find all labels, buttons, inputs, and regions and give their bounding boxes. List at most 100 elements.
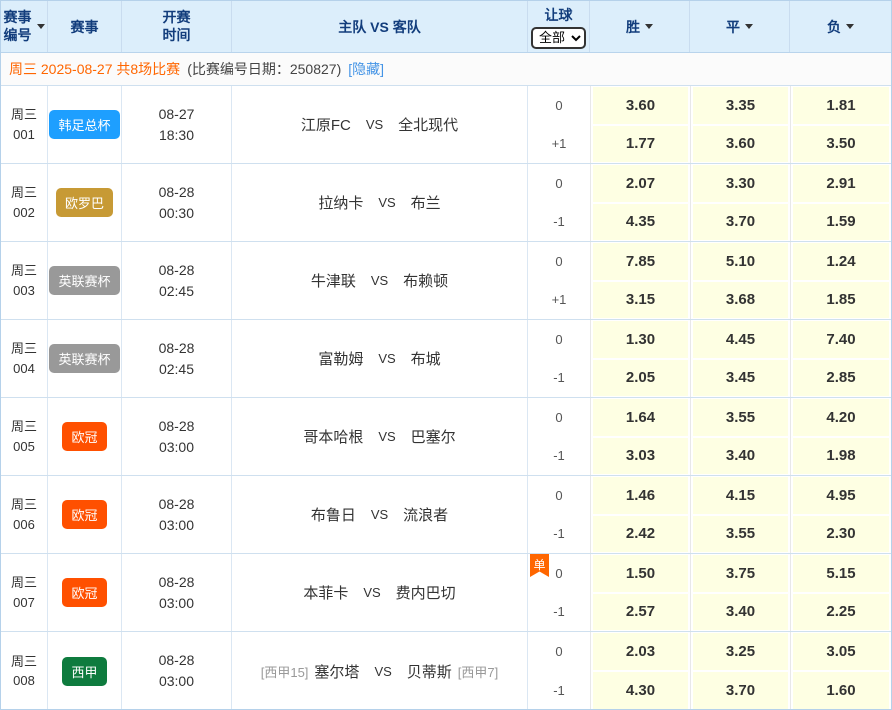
draw-odds: 4.45 xyxy=(693,321,788,358)
win-odds: 4.30 xyxy=(593,672,688,709)
lose-odds: 3.50 xyxy=(793,126,889,163)
col-header-handicap: 让球 全部 xyxy=(528,1,590,52)
lose-odds: 3.05 xyxy=(793,633,889,670)
col-header-draw-label: 平 xyxy=(726,17,740,37)
competition-cell: 韩足总杯 xyxy=(48,86,122,163)
draw-odds: 3.60 xyxy=(693,126,788,163)
handicap-cell: 0 -1 xyxy=(528,476,590,553)
vs-label: VS xyxy=(363,585,380,600)
match-day: 周三 xyxy=(11,573,37,593)
win-odds: 3.15 xyxy=(593,282,688,319)
draw-odds-column: 4.15 3.55 xyxy=(690,476,790,553)
col-header-lose-label: 负 xyxy=(827,17,841,37)
draw-odds-column: 3.55 3.40 xyxy=(690,398,790,475)
draw-odds-column: 4.45 3.45 xyxy=(690,320,790,397)
lose-odds: 1.60 xyxy=(793,672,889,709)
lose-odds: 2.85 xyxy=(793,360,889,397)
handicap-value: -1 xyxy=(528,593,590,632)
away-team: 贝蒂斯 xyxy=(407,661,452,682)
home-team: 拉纳卡 xyxy=(318,192,363,213)
sort-caret-icon xyxy=(645,24,653,29)
win-odds-column: 1.50 2.57 xyxy=(590,554,690,631)
competition-cell: 英联赛杯 xyxy=(48,320,122,397)
odds-table: 赛事 编号 赛事 开赛 时间 主队 VS 客队 让球 全部 胜 平 负 xyxy=(0,0,892,710)
handicap-value: -1 xyxy=(528,437,590,476)
vs-label: VS xyxy=(378,195,395,210)
match-number: 周三 005 xyxy=(1,398,48,475)
win-odds-column: 2.03 4.30 xyxy=(590,632,690,710)
lose-odds: 2.91 xyxy=(793,165,889,202)
match-no: 003 xyxy=(13,281,35,301)
away-team: 流浪者 xyxy=(403,504,448,525)
handicap-value: -1 xyxy=(528,203,590,242)
vs-label: VS xyxy=(378,429,395,444)
teams-cell: 哥本哈根 VS 巴塞尔 xyxy=(232,398,528,475)
table-header: 赛事 编号 赛事 开赛 时间 主队 VS 客队 让球 全部 胜 平 负 xyxy=(1,1,891,53)
match-row: 周三 004 英联赛杯 08-28 02:45 富勒姆 VS 布城 0 -1 1… xyxy=(1,320,891,398)
match-date: 08-28 xyxy=(159,416,195,437)
match-date: 08-28 xyxy=(159,260,195,281)
match-day: 周三 xyxy=(11,261,37,281)
handicap-value: 0 xyxy=(528,398,590,437)
competition-cell: 欧冠 xyxy=(48,476,122,553)
match-no: 007 xyxy=(13,593,35,613)
draw-odds: 3.70 xyxy=(693,672,788,709)
match-no: 001 xyxy=(13,125,35,145)
match-number: 周三 002 xyxy=(1,164,48,241)
handicap-value: -1 xyxy=(528,515,590,554)
match-date: 08-28 xyxy=(159,182,195,203)
match-time: 03:00 xyxy=(159,515,194,536)
win-odds-column: 1.64 3.03 xyxy=(590,398,690,475)
lose-odds-column: 7.40 2.85 xyxy=(790,320,891,397)
lose-odds-column: 1.81 3.50 xyxy=(790,86,891,163)
teams-cell: 拉纳卡 VS 布兰 xyxy=(232,164,528,241)
start-time-cell: 08-28 02:45 xyxy=(122,242,232,319)
match-time: 02:45 xyxy=(159,359,194,380)
match-time: 02:45 xyxy=(159,281,194,302)
draw-odds: 3.70 xyxy=(693,204,788,241)
win-odds: 2.05 xyxy=(593,360,688,397)
away-suffix: [西甲7] xyxy=(458,662,498,681)
match-row: 周三 007 欧冠 08-28 03:00 本菲卡 VS 费内巴切 单 0 -1… xyxy=(1,554,891,632)
home-team: 塞尔塔 xyxy=(314,661,359,682)
competition-cell: 英联赛杯 xyxy=(48,242,122,319)
draw-odds: 3.40 xyxy=(693,594,788,631)
col-header-teams: 主队 VS 客队 xyxy=(232,1,528,52)
col-header-win[interactable]: 胜 xyxy=(590,1,690,52)
hide-link[interactable]: [隐藏] xyxy=(348,59,384,79)
col-header-handicap-label: 让球 xyxy=(545,5,573,25)
match-day: 周三 xyxy=(11,105,37,125)
vs-label: VS xyxy=(378,351,395,366)
col-header-draw[interactable]: 平 xyxy=(690,1,790,52)
match-number: 周三 003 xyxy=(1,242,48,319)
col-header-match-no[interactable]: 赛事 编号 xyxy=(1,1,48,52)
teams-cell: [西甲15] 塞尔塔 VS 贝蒂斯 [西甲7] xyxy=(232,632,528,710)
lose-odds: 2.30 xyxy=(793,516,889,553)
handicap-cell: 0 +1 xyxy=(528,86,590,163)
handicap-cell: 单 0 -1 xyxy=(528,554,590,631)
lose-odds-column: 5.15 2.25 xyxy=(790,554,891,631)
match-day: 周三 xyxy=(11,652,37,672)
draw-odds: 3.45 xyxy=(693,360,788,397)
lose-odds: 1.85 xyxy=(793,282,889,319)
home-prefix: [西甲15] xyxy=(261,662,309,681)
draw-odds-column: 3.35 3.60 xyxy=(690,86,790,163)
away-team: 布赖顿 xyxy=(403,270,448,291)
home-team: 富勒姆 xyxy=(318,348,363,369)
competition-cell: 欧冠 xyxy=(48,554,122,631)
lose-odds: 7.40 xyxy=(793,321,889,358)
match-number: 周三 004 xyxy=(1,320,48,397)
lose-odds: 2.25 xyxy=(793,594,889,631)
win-odds: 2.03 xyxy=(593,633,688,670)
col-header-match-no-label: 赛事 编号 xyxy=(4,9,32,44)
col-header-competition-label: 赛事 xyxy=(71,17,99,37)
win-odds: 2.42 xyxy=(593,516,688,553)
draw-odds: 3.25 xyxy=(693,633,788,670)
lose-odds-column: 2.91 1.59 xyxy=(790,164,891,241)
handicap-filter-select[interactable]: 全部 xyxy=(531,27,586,49)
win-odds-column: 7.85 3.15 xyxy=(590,242,690,319)
handicap-cell: 0 -1 xyxy=(528,632,590,710)
match-time: 18:30 xyxy=(159,125,194,146)
win-odds: 7.85 xyxy=(593,243,688,280)
col-header-lose[interactable]: 负 xyxy=(790,1,891,52)
